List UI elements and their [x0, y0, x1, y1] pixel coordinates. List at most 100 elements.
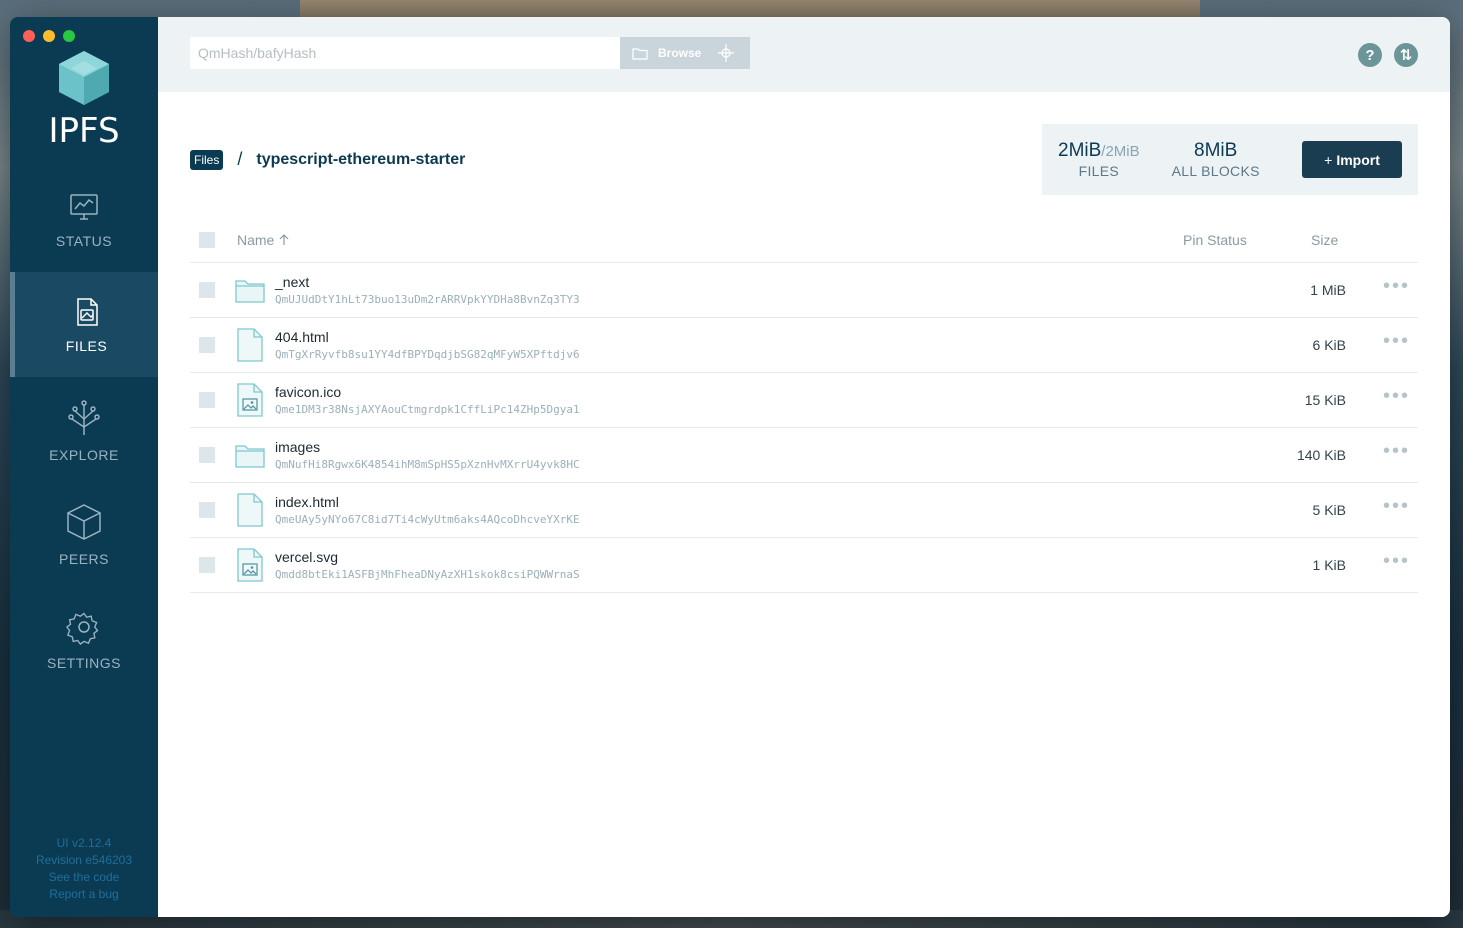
settings-icon [66, 612, 99, 645]
sidebar-item-label: SETTINGS [46, 654, 121, 671]
peers-icon [67, 503, 101, 540]
file-size: 6 KiB [1312, 337, 1346, 353]
name-header-label: Name [237, 231, 275, 248]
ui-version: UI v2.12.4 [56, 836, 112, 850]
more-options-icon[interactable]: ••• [1383, 440, 1410, 463]
file-type-icon [235, 442, 265, 468]
file-hash: Qme1DM3r38NsjAXYAouCtmgrdpk1CffLiPc14ZHp… [275, 403, 580, 416]
file-name[interactable]: _next [275, 274, 580, 290]
table-row[interactable]: favicon.ico Qme1DM3r38NsjAXYAouCtmgrdpk1… [190, 373, 1418, 428]
more-options-icon[interactable]: ••• [1383, 550, 1410, 573]
document-icon [237, 493, 263, 527]
sidebar-item-status[interactable]: STATUS [10, 167, 158, 272]
blocks-size: 8MiB [1194, 140, 1238, 161]
table-row[interactable]: vercel.svg Qmdd8btEki1ASFBjMhFheaDNyAzXH… [190, 538, 1418, 593]
image-file-icon [237, 548, 263, 582]
report-bug-link[interactable]: Report a bug [10, 886, 158, 903]
sidebar-item-files[interactable]: FILES [10, 272, 158, 377]
revision-link[interactable]: Revision e546203 [10, 852, 158, 869]
sidebar-item-label: PEERS [59, 550, 109, 567]
row-checkbox[interactable] [199, 337, 215, 353]
ipfs-cube-icon [59, 51, 109, 105]
more-options-icon[interactable]: ••• [1383, 495, 1410, 518]
name-column-header[interactable]: Name [237, 232, 289, 248]
sidebar-item-label: EXPLORE [49, 446, 119, 463]
pin-status-column-header[interactable]: Pin Status [1183, 232, 1247, 248]
sidebar-item-label: STATUS [55, 232, 113, 249]
main-content: Browse ? ⇅ Files / typescript-ethereum-s… [158, 17, 1450, 917]
sync-icon[interactable]: ⇅ [1394, 43, 1418, 67]
file-hash: Qmdd8btEki1ASFBjMhFheaDNyAzXH1skok8csiPQ… [275, 568, 580, 581]
repo-stats: 2MiB/2MiB FILES 8MiB ALL BLOCKS + Import [1042, 124, 1418, 195]
row-checkbox[interactable] [199, 447, 215, 463]
sidebar-item-settings[interactable]: SETTINGS [10, 587, 158, 692]
file-hash: QmNufHi8Rgwx6K4854ihM8mSpHS5pXznHvMXrrU4… [275, 458, 580, 471]
file-size: 1 KiB [1312, 557, 1346, 573]
file-meta: vercel.svg Qmdd8btEki1ASFBjMhFheaDNyAzXH… [275, 549, 580, 581]
file-meta: favicon.ico Qme1DM3r38NsjAXYAouCtmgrdpk1… [275, 384, 580, 416]
files-icon [76, 297, 98, 326]
table-header: Name Pin Status Size [190, 217, 1418, 263]
sidebar-item-label: FILES [65, 337, 108, 354]
close-window-button[interactable] [23, 30, 35, 42]
file-hash: QmeUAy5yNYo67C8id7Ti4cWyUtm6aks4AQcoDhcv… [275, 513, 580, 526]
sidebar: IPFS STATUS FILES EXPLORE PEERS SETTINGS… [10, 17, 158, 917]
row-checkbox[interactable] [199, 502, 215, 518]
table-row[interactable]: 404.html QmTgXrRyvfb8su1YY4dfBPYDqdjbSG8… [190, 318, 1418, 373]
files-stat-label: FILES [1078, 163, 1120, 179]
ipld-icon [718, 44, 735, 62]
file-type-icon [235, 548, 265, 582]
sidebar-nav: STATUS FILES EXPLORE PEERS SETTINGS [10, 167, 158, 692]
blocks-stat: 8MiB ALL BLOCKS [1172, 140, 1260, 179]
file-name[interactable]: 404.html [275, 329, 580, 345]
breadcrumb: Files / typescript-ethereum-starter [190, 149, 465, 170]
file-type-icon [235, 328, 265, 362]
file-size: 1 MiB [1310, 282, 1346, 298]
import-label: Import [1336, 151, 1380, 168]
browse-label: Browse [658, 46, 702, 60]
file-hash: QmTgXrRyvfb8su1YY4dfBPYDqdjbSG82qMFyW5XP… [275, 348, 580, 361]
more-options-icon[interactable]: ••• [1383, 330, 1410, 353]
logo-text: IPFS [48, 111, 120, 151]
file-type-icon [235, 277, 265, 303]
ipfs-logo[interactable]: IPFS [10, 49, 158, 151]
file-name[interactable]: vercel.svg [275, 549, 580, 565]
maximize-window-button[interactable] [63, 30, 75, 42]
browse-button[interactable]: Browse [620, 37, 750, 69]
row-checkbox[interactable] [199, 282, 215, 298]
more-options-icon[interactable]: ••• [1383, 275, 1410, 298]
size-column-header[interactable]: Size [1311, 232, 1338, 248]
file-name[interactable]: index.html [275, 494, 580, 510]
file-type-icon [235, 383, 265, 417]
table-row[interactable]: images QmNufHi8Rgwx6K4854ihM8mSpHS5pXznH… [190, 428, 1418, 483]
see-code-link[interactable]: See the code [10, 869, 158, 886]
table-body: _next QmUJUdDtY1hLt73buo13uDm2rARRVpkYYD… [190, 263, 1418, 593]
image-file-icon [237, 383, 263, 417]
row-checkbox[interactable] [199, 557, 215, 573]
file-name[interactable]: favicon.ico [275, 384, 580, 400]
more-options-icon[interactable]: ••• [1383, 385, 1410, 408]
top-bar: Browse ? ⇅ [158, 17, 1450, 92]
file-size: 15 KiB [1304, 392, 1346, 408]
sidebar-item-explore[interactable]: EXPLORE [10, 377, 158, 482]
select-all-checkbox[interactable] [199, 231, 215, 248]
file-size: 5 KiB [1312, 502, 1346, 518]
hash-search-input[interactable] [190, 37, 620, 69]
file-name[interactable]: images [275, 439, 580, 455]
minimize-window-button[interactable] [43, 30, 55, 42]
table-row[interactable]: index.html QmeUAy5yNYo67C8id7Ti4cWyUtm6a… [190, 483, 1418, 538]
sidebar-item-peers[interactable]: PEERS [10, 482, 158, 587]
breadcrumb-files[interactable]: Files [190, 149, 224, 170]
file-meta: 404.html QmTgXrRyvfb8su1YY4dfBPYDqdjbSG8… [275, 329, 580, 361]
import-button[interactable]: + Import [1302, 141, 1402, 178]
sort-ascending-icon [279, 233, 289, 245]
table-row[interactable]: _next QmUJUdDtY1hLt73buo13uDm2rARRVpkYYD… [190, 263, 1418, 318]
files-size: 2MiB [1058, 140, 1102, 161]
breadcrumb-separator: / [237, 149, 243, 169]
window-controls [23, 30, 75, 42]
plus-icon: + [1324, 151, 1333, 168]
files-table: Name Pin Status Size _next QmUJUdDtY1hLt… [190, 217, 1418, 593]
breadcrumb-current[interactable]: typescript-ethereum-starter [256, 151, 465, 169]
row-checkbox[interactable] [199, 392, 215, 408]
help-icon[interactable]: ? [1358, 43, 1382, 67]
